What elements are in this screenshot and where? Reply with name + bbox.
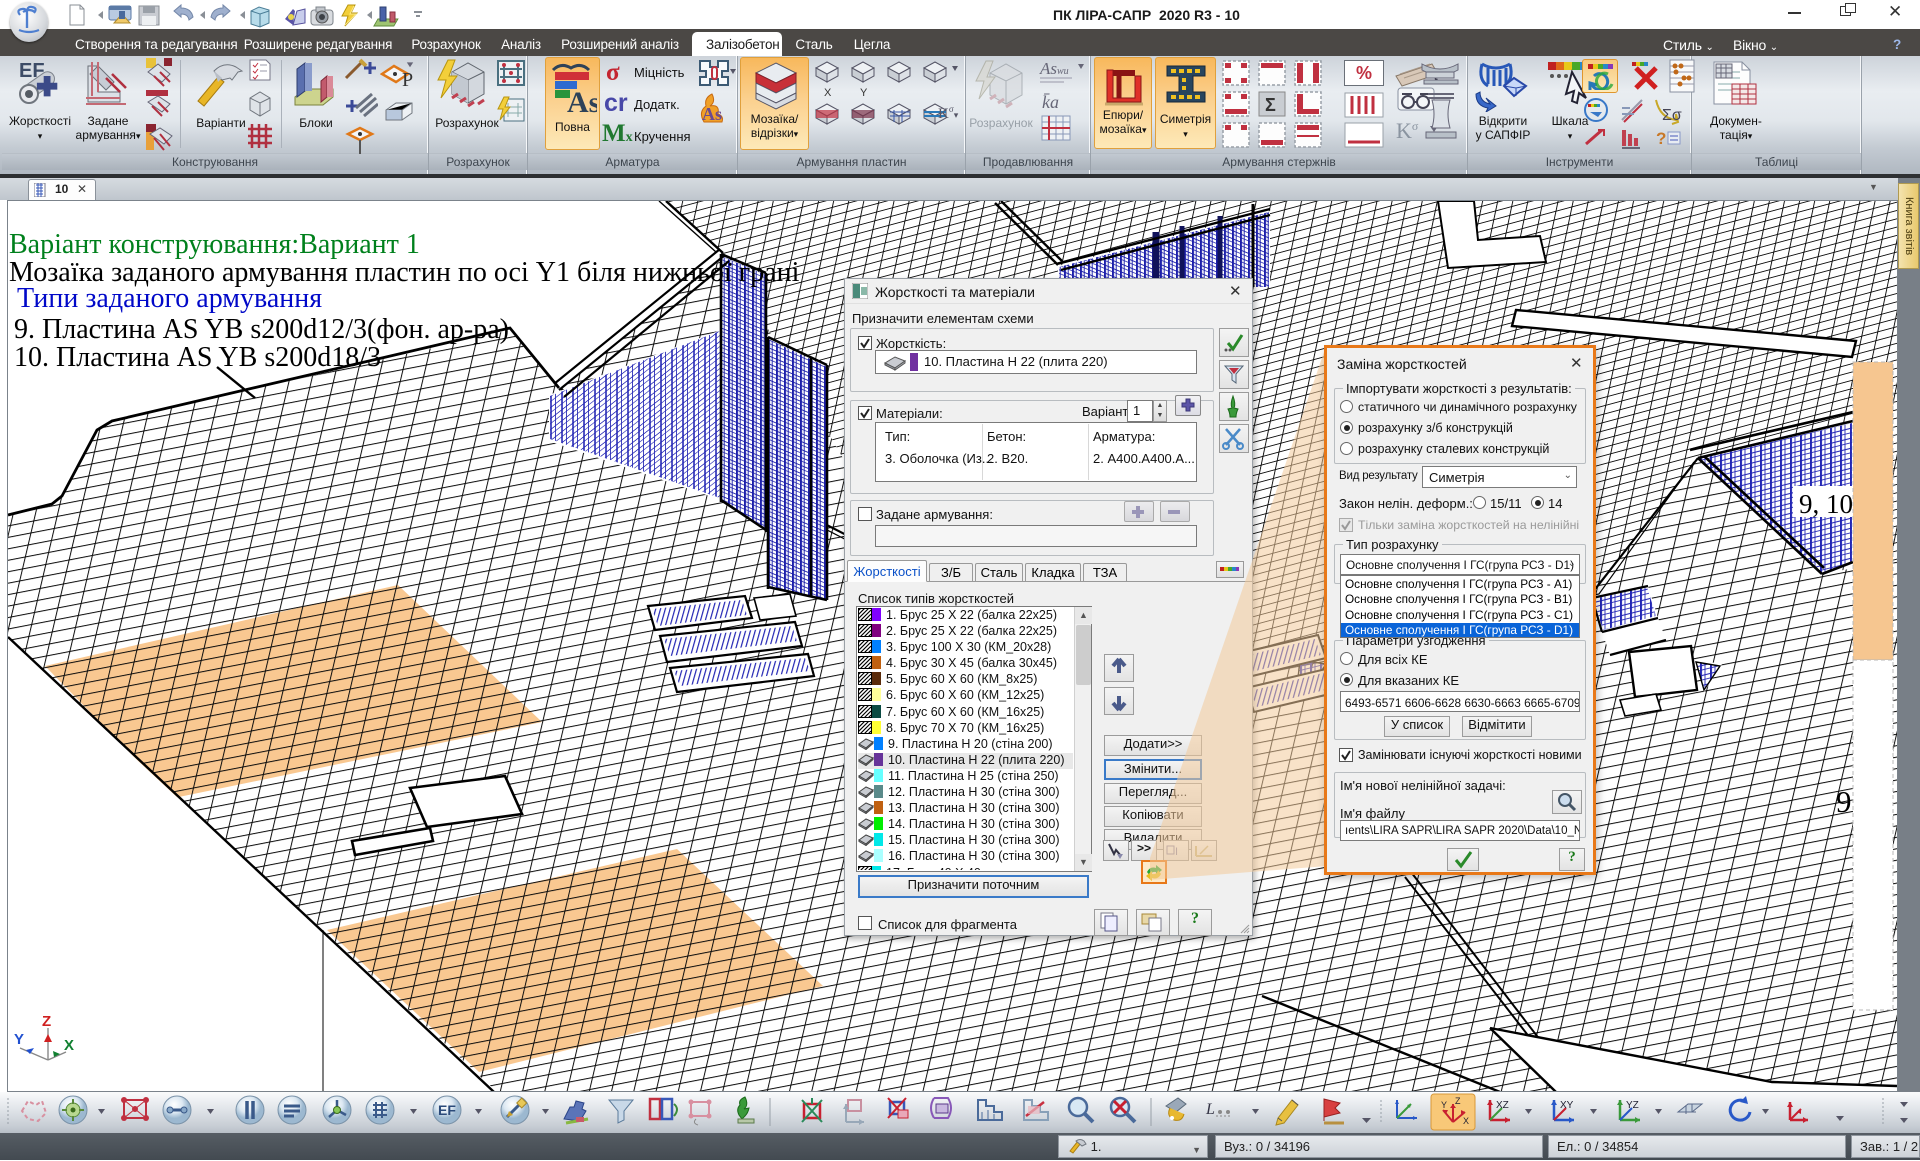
svg-text:XY: XY: [1560, 1100, 1574, 1111]
svg-text:9. Пластина AS YB s200d12/3(фо: 9. Пластина AS YB s200d12/3(фон. ар-ра): [14, 314, 509, 345]
svg-text:?: ?: [1656, 129, 1666, 148]
svg-text:As: As: [702, 104, 722, 124]
svg-text:P: P: [402, 69, 413, 91]
svg-text:Z: Z: [42, 1013, 51, 1030]
svg-text:YZ: YZ: [1626, 1100, 1639, 1111]
svg-text:Y: Y: [860, 87, 868, 99]
svg-text:Σσ: Σσ: [1662, 107, 1682, 124]
svg-text:I: I: [1175, 846, 1178, 858]
svg-text:XZ: XZ: [1496, 1100, 1509, 1111]
svg-text:Y: Y: [14, 1031, 24, 1048]
svg-text:Типи заданого армування: Типи заданого армування: [17, 283, 322, 314]
svg-text:k̄a: k̄a: [1042, 92, 1059, 112]
svg-text:Варіант конструювання:Вариант: Варіант конструювання:Вариант 1: [9, 229, 420, 260]
svg-text:9: 9: [1836, 784, 1852, 819]
svg-text:Σ: Σ: [1265, 95, 1276, 115]
svg-text:X: X: [64, 1037, 74, 1054]
svg-text:Z: Z: [1455, 1096, 1461, 1106]
svg-text:10. Пластина AS YB s200d18/3: 10. Пластина AS YB s200d18/3: [14, 342, 381, 373]
svg-text:As: As: [567, 86, 597, 119]
svg-text:EF: EF: [438, 1102, 456, 1118]
svg-text:X: X: [824, 87, 832, 99]
svg-text:9, 10: 9, 10: [1799, 489, 1853, 519]
svg-text:Aswu: Aswu: [1039, 59, 1069, 78]
svg-text:X: X: [1463, 1116, 1469, 1126]
svg-text:Y: Y: [1441, 1100, 1447, 1110]
svg-text:L: L: [1205, 1101, 1215, 1118]
